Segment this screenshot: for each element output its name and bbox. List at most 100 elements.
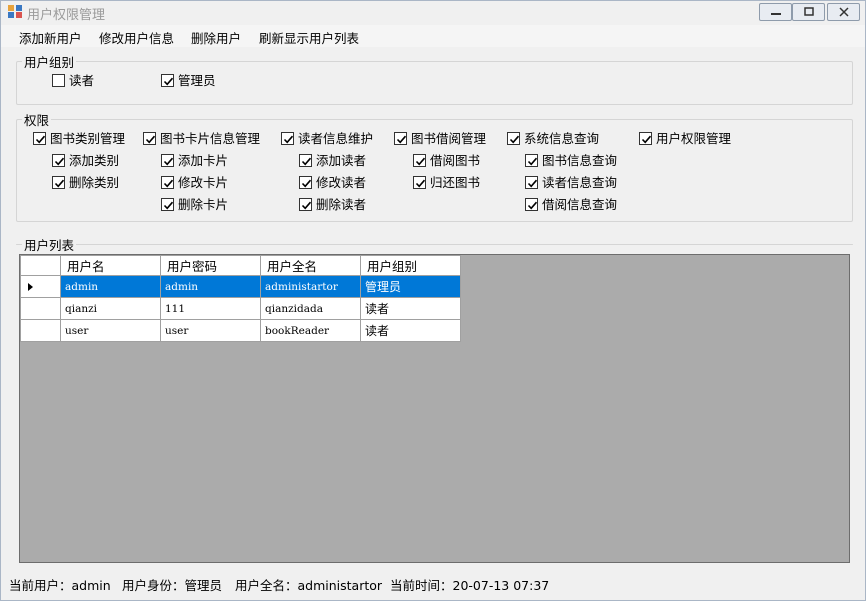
header-group[interactable]: 用户组别 [360, 255, 461, 276]
cell-group[interactable]: 管理员 [360, 275, 461, 298]
permission-4-2[interactable]: 归还图书 [413, 175, 480, 191]
checkbox-reader[interactable]: 读者 [52, 73, 94, 89]
checkbox-label: 读者信息查询 [542, 175, 618, 190]
status-user-fullname: 用户全名：administartor [235, 578, 383, 593]
checkbox-label: 修改读者 [316, 175, 367, 190]
permission-5-3[interactable]: 借阅信息查询 [525, 197, 617, 213]
permission-3[interactable]: 读者信息维护 [281, 131, 373, 147]
permission-5-2[interactable]: 读者信息查询 [525, 175, 617, 191]
user-table: 用户名 用户密码 用户全名 用户组别 admin admin administart… [20, 255, 461, 342]
checkbox-checked-icon[interactable] [394, 132, 407, 145]
grid-corner-cell[interactable] [20, 255, 61, 276]
cell-group[interactable]: 读者 [360, 319, 461, 342]
close-button[interactable] [827, 3, 860, 21]
permission-3-1[interactable]: 添加读者 [299, 153, 366, 169]
cell-fullname[interactable]: qianzidada [260, 297, 361, 320]
checkbox-checked-icon[interactable] [299, 198, 312, 211]
checkbox-checked-icon[interactable] [33, 132, 46, 145]
permission-3-3[interactable]: 删除读者 [299, 197, 366, 213]
checkmark-icon [301, 201, 312, 210]
restore-button[interactable] [792, 3, 825, 21]
permission-3-2[interactable]: 修改读者 [299, 175, 366, 191]
cell-password[interactable]: user [160, 319, 261, 342]
row-header[interactable] [20, 275, 61, 298]
checkbox-label: 添加读者 [316, 153, 367, 168]
checkbox-checked-icon[interactable] [161, 176, 174, 189]
permission-1[interactable]: 图书类别管理 [33, 131, 125, 147]
checkbox-label: 管理员 [178, 73, 216, 88]
header-password[interactable]: 用户密码 [160, 255, 261, 276]
minimize-icon [771, 13, 781, 15]
checkbox-checked-icon[interactable] [52, 154, 65, 167]
checkbox-checked-icon[interactable] [413, 154, 426, 167]
checkmark-icon [145, 135, 156, 144]
checkmark-icon [527, 179, 538, 188]
row-header[interactable] [20, 297, 61, 320]
current-row-arrow-icon [28, 283, 33, 291]
permission-1-1[interactable]: 添加类别 [52, 153, 119, 169]
close-icon [839, 7, 849, 17]
cell-password[interactable]: 111 [160, 297, 261, 320]
cell-username[interactable]: user [60, 319, 161, 342]
checkbox-checked-icon[interactable] [161, 154, 174, 167]
menu-delete-user[interactable]: 删除用户 [191, 28, 241, 47]
checkbox-checked-icon[interactable] [143, 132, 156, 145]
checkbox-checked-icon[interactable] [52, 176, 65, 189]
app-window: 用户权限管理 添加新用户 修改用户信息 删除用户 刷新显示用户列表 用户组别 读… [0, 0, 866, 601]
cell-username[interactable]: qianzi [60, 297, 161, 320]
table-row[interactable]: admin admin administartor 管理员 [20, 275, 461, 298]
header-fullname[interactable]: 用户全名 [260, 255, 361, 276]
checkbox-checked-icon[interactable] [161, 74, 174, 87]
checkmark-icon [283, 135, 294, 144]
table-row[interactable]: qianzi 111 qianzidada 读者 [20, 297, 461, 320]
window-title: 用户权限管理 [27, 8, 106, 23]
checkbox-unchecked-icon[interactable] [52, 74, 65, 87]
cell-group[interactable]: 读者 [360, 297, 461, 320]
checkbox-label: 用户权限管理 [656, 131, 732, 146]
cell-fullname[interactable]: bookReader [260, 319, 361, 342]
permission-2-2[interactable]: 修改卡片 [161, 175, 228, 191]
permission-2-1[interactable]: 添加卡片 [161, 153, 228, 169]
permission-4[interactable]: 图书借阅管理 [394, 131, 486, 147]
minimize-button[interactable] [759, 3, 792, 21]
checkbox-label: 删除读者 [316, 197, 367, 212]
checkbox-checked-icon[interactable] [413, 176, 426, 189]
menu-add-user[interactable]: 添加新用户 [19, 28, 82, 47]
cell-password[interactable]: admin [160, 275, 261, 298]
checkbox-label: 添加卡片 [178, 153, 229, 168]
checkbox-label: 借阅图书 [430, 153, 481, 168]
checkbox-checked-icon[interactable] [525, 176, 538, 189]
permission-6[interactable]: 用户权限管理 [639, 131, 731, 147]
menu-refresh-user-list[interactable]: 刷新显示用户列表 [259, 28, 359, 47]
checkmark-icon [641, 135, 652, 144]
permission-5-1[interactable]: 图书信息查询 [525, 153, 617, 169]
checkbox-checked-icon[interactable] [639, 132, 652, 145]
cell-username[interactable]: admin [60, 275, 161, 298]
header-username[interactable]: 用户名 [60, 255, 161, 276]
checkbox-checked-icon[interactable] [299, 154, 312, 167]
user-group-legend: 用户组别 [22, 52, 77, 71]
checkbox-checked-icon[interactable] [281, 132, 294, 145]
permission-2[interactable]: 图书卡片信息管理 [143, 131, 260, 147]
menu-edit-user[interactable]: 修改用户信息 [99, 28, 174, 47]
table-header-row: 用户名 用户密码 用户全名 用户组别 [20, 255, 461, 276]
permission-1-2[interactable]: 删除类别 [52, 175, 119, 191]
cell-fullname[interactable]: administartor [260, 275, 361, 298]
permission-4-1[interactable]: 借阅图书 [413, 153, 480, 169]
checkmark-icon [301, 179, 312, 188]
checkbox-admin[interactable]: 管理员 [161, 73, 216, 89]
checkbox-checked-icon[interactable] [525, 154, 538, 167]
checkbox-checked-icon[interactable] [507, 132, 520, 145]
user-data-grid[interactable]: 用户名 用户密码 用户全名 用户组别 admin admin administart… [19, 254, 850, 563]
app-icon [8, 5, 22, 18]
checkbox-checked-icon[interactable] [299, 176, 312, 189]
checkbox-label: 删除类别 [69, 175, 120, 190]
permission-2-3[interactable]: 删除卡片 [161, 197, 228, 213]
checkbox-checked-icon[interactable] [525, 198, 538, 211]
checkbox-checked-icon[interactable] [161, 198, 174, 211]
row-header[interactable] [20, 319, 61, 342]
table-row[interactable]: user user bookReader 读者 [20, 319, 461, 342]
status-bar: 当前用户：admin 用户身份：管理员 用户全名：administartor 当… [1, 570, 865, 594]
permission-5[interactable]: 系统信息查询 [507, 131, 599, 147]
checkmark-icon [163, 157, 174, 166]
